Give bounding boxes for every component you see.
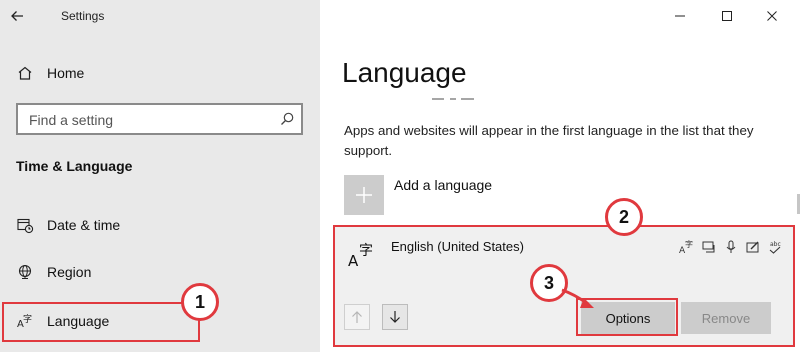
svg-text:字: 字 — [359, 243, 373, 259]
move-up-button[interactable] — [344, 304, 370, 330]
spellcheck-icon: abc — [769, 241, 781, 254]
sidebar-item-region[interactable]: Region — [0, 254, 320, 290]
sidebar-item-language[interactable]: A 字 Language — [0, 303, 320, 339]
clipped-text-fragment — [432, 98, 474, 100]
language-name: English (United States) — [391, 239, 524, 254]
language-feature-icons: A 字 abc — [679, 239, 783, 255]
badge-number: 1 — [194, 291, 205, 312]
sidebar-item-date-time[interactable]: Date & time — [0, 207, 320, 243]
sidebar-item-label: Home — [47, 65, 85, 81]
globe-icon — [18, 264, 32, 279]
annotation-badge-1: 1 — [181, 283, 219, 321]
page-title: Language — [342, 57, 467, 88]
language-icon: A 字 — [348, 243, 373, 270]
back-arrow-icon[interactable] — [8, 6, 28, 26]
remove-button[interactable]: Remove — [681, 302, 771, 334]
maximize-icon[interactable] — [719, 8, 735, 24]
badge-number: 2 — [618, 206, 629, 227]
language-icon: A 字 — [17, 313, 32, 330]
home-icon — [18, 66, 32, 80]
minimize-icon[interactable] — [672, 8, 688, 24]
window-title: Settings — [61, 9, 105, 23]
svg-text:字: 字 — [685, 239, 693, 249]
annotation-arrow — [561, 288, 594, 308]
sidebar-item-home[interactable]: Home — [0, 55, 320, 91]
microphone-icon — [726, 240, 736, 253]
sidebar-item-label: Language — [47, 313, 110, 329]
close-icon[interactable] — [764, 8, 780, 24]
sidebar-item-label: Region — [47, 264, 92, 280]
plus-icon — [356, 187, 372, 203]
main-pane: Language Apps and websites will appear i… — [320, 0, 804, 352]
description-text: Apps and websites will appear in the fir… — [344, 123, 754, 158]
search-placeholder: Find a setting — [29, 112, 114, 128]
search-input[interactable]: Find a setting — [16, 103, 303, 135]
arrow-down-icon — [390, 311, 400, 323]
arrow-up-icon — [352, 311, 362, 323]
annotation-badge-2: 2 — [605, 198, 643, 236]
search-icon[interactable] — [279, 111, 295, 127]
scrollbar-thumb[interactable] — [797, 194, 800, 214]
display-language-icon: A 字 — [679, 239, 693, 255]
add-language-button[interactable] — [344, 175, 384, 215]
move-down-button[interactable] — [382, 304, 408, 330]
handwriting-icon — [746, 241, 759, 253]
sidebar: Settings Home Find a setting Time & Lang… — [0, 0, 320, 352]
svg-text:A: A — [348, 252, 359, 270]
section-heading: Time & Language — [16, 158, 133, 174]
svg-text:abc: abc — [770, 241, 781, 248]
speech-icon — [702, 241, 715, 253]
calendar-clock-icon — [17, 218, 34, 234]
sidebar-item-label: Date & time — [47, 217, 121, 233]
add-language-label[interactable]: Add a language — [394, 177, 492, 193]
badge-number: 3 — [543, 272, 554, 293]
svg-text:字: 字 — [23, 313, 32, 325]
